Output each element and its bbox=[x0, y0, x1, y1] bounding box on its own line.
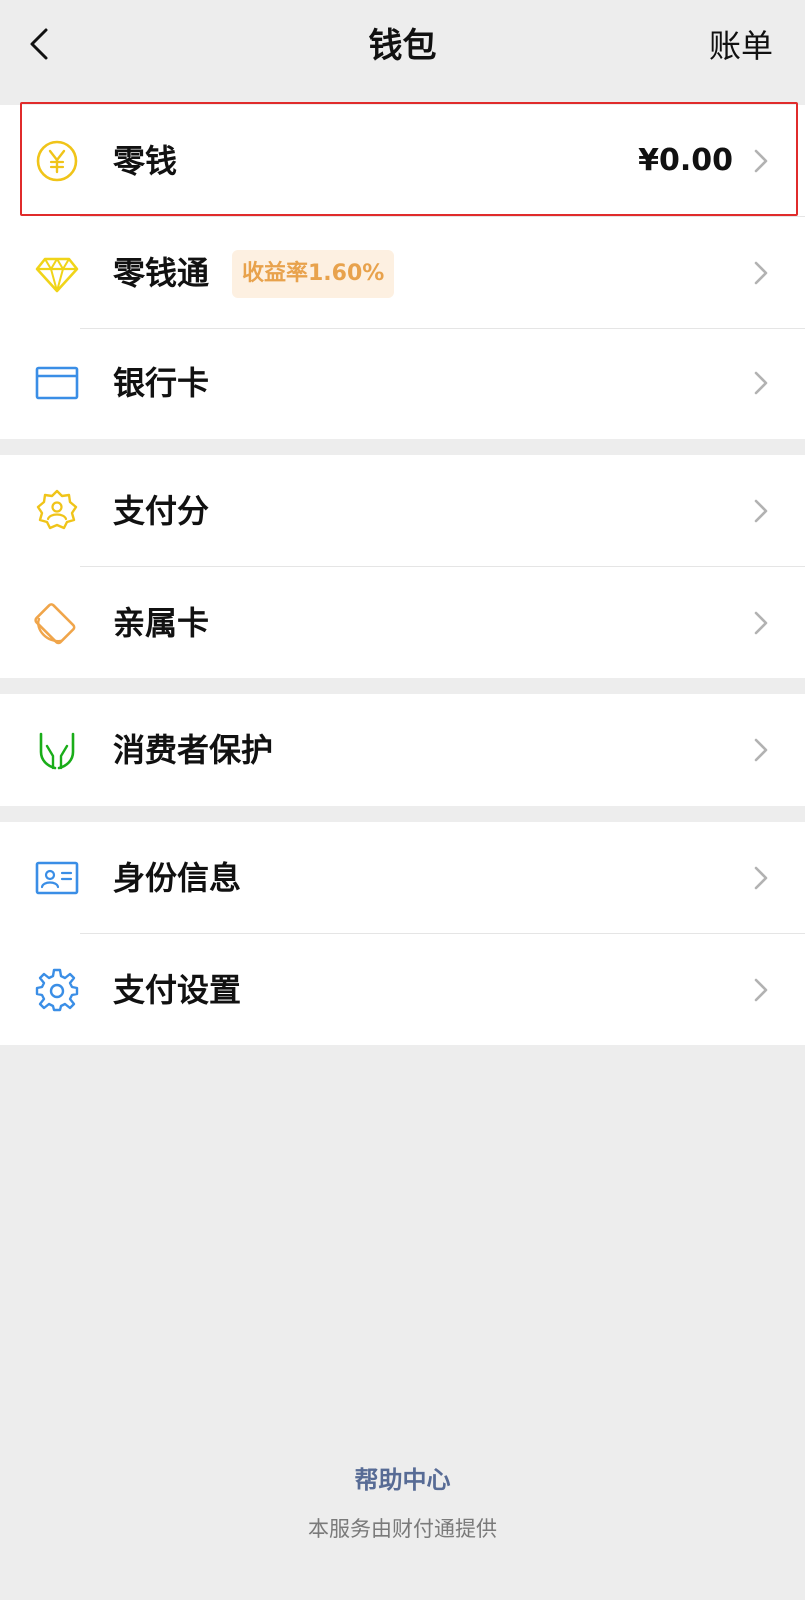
chevron-right-icon bbox=[754, 149, 768, 173]
protect-hands-icon bbox=[39, 732, 75, 770]
chevron-right-icon bbox=[754, 738, 768, 762]
chevron-right-icon bbox=[754, 499, 768, 523]
page-title: 钱包 bbox=[368, 26, 437, 66]
chevron-right-icon bbox=[754, 866, 768, 890]
coin-yen-icon bbox=[36, 140, 78, 182]
bank-card-icon bbox=[35, 366, 79, 400]
gear-icon bbox=[35, 968, 79, 1012]
payment-score-label: 支付分 bbox=[113, 492, 210, 530]
identity-info-item[interactable]: 身份信息 bbox=[0, 822, 805, 934]
family-card-icon bbox=[34, 603, 76, 645]
chevron-right-icon bbox=[754, 371, 768, 395]
family-card-label: 亲属卡 bbox=[113, 604, 210, 642]
payment-score-item[interactable]: 支付分 bbox=[0, 455, 805, 567]
id-card-icon bbox=[35, 861, 79, 895]
bank-card-item[interactable]: 银行卡 bbox=[0, 327, 805, 439]
family-card-item[interactable]: 亲属卡 bbox=[0, 567, 805, 679]
credit-score-badge-icon bbox=[36, 489, 78, 530]
wallet-section-settings: 身份信息 支付设置 bbox=[0, 822, 805, 1045]
payment-settings-label: 支付设置 bbox=[113, 971, 242, 1009]
chevron-right-icon bbox=[754, 978, 768, 1002]
change-balance-item[interactable]: 零钱 ¥0.00 bbox=[0, 105, 805, 217]
diamond-icon bbox=[35, 257, 79, 293]
payment-settings-item[interactable]: 支付设置 bbox=[0, 934, 805, 1046]
wallet-section-funds: 零钱 ¥0.00 零钱通 收益率1.60% 银行卡 bbox=[0, 105, 805, 439]
chevron-right-icon bbox=[754, 261, 768, 285]
consumer-protection-label: 消费者保护 bbox=[113, 731, 274, 769]
consumer-protection-item[interactable]: 消费者保护 bbox=[0, 694, 805, 806]
yield-rate-badge: 收益率1.60% bbox=[232, 250, 395, 298]
bill-button[interactable]: 账单 bbox=[709, 24, 773, 68]
change-amount: ¥0.00 bbox=[638, 143, 733, 178]
lingqiantong-label: 零钱通 bbox=[113, 254, 210, 292]
change-label: 零钱 bbox=[113, 142, 178, 180]
wallet-page: 钱包 账单 零钱 ¥0.00 零钱通 收益率1.60% 银行卡 支付分 亲属卡 … bbox=[0, 0, 805, 1600]
lingqiantong-item[interactable]: 零钱通 收益率1.60% bbox=[0, 217, 805, 329]
top-nav-bar: 钱包 账单 bbox=[0, 0, 805, 105]
chevron-right-icon bbox=[754, 611, 768, 635]
bank-card-label: 银行卡 bbox=[113, 364, 210, 402]
identity-info-label: 身份信息 bbox=[113, 859, 242, 897]
help-center-link[interactable]: 帮助中心 bbox=[0, 1460, 805, 1495]
wallet-section-protection: 消费者保护 bbox=[0, 694, 805, 806]
wallet-section-credit: 支付分 亲属卡 bbox=[0, 455, 805, 678]
provider-note: 本服务由财付通提供 bbox=[308, 1517, 497, 1541]
